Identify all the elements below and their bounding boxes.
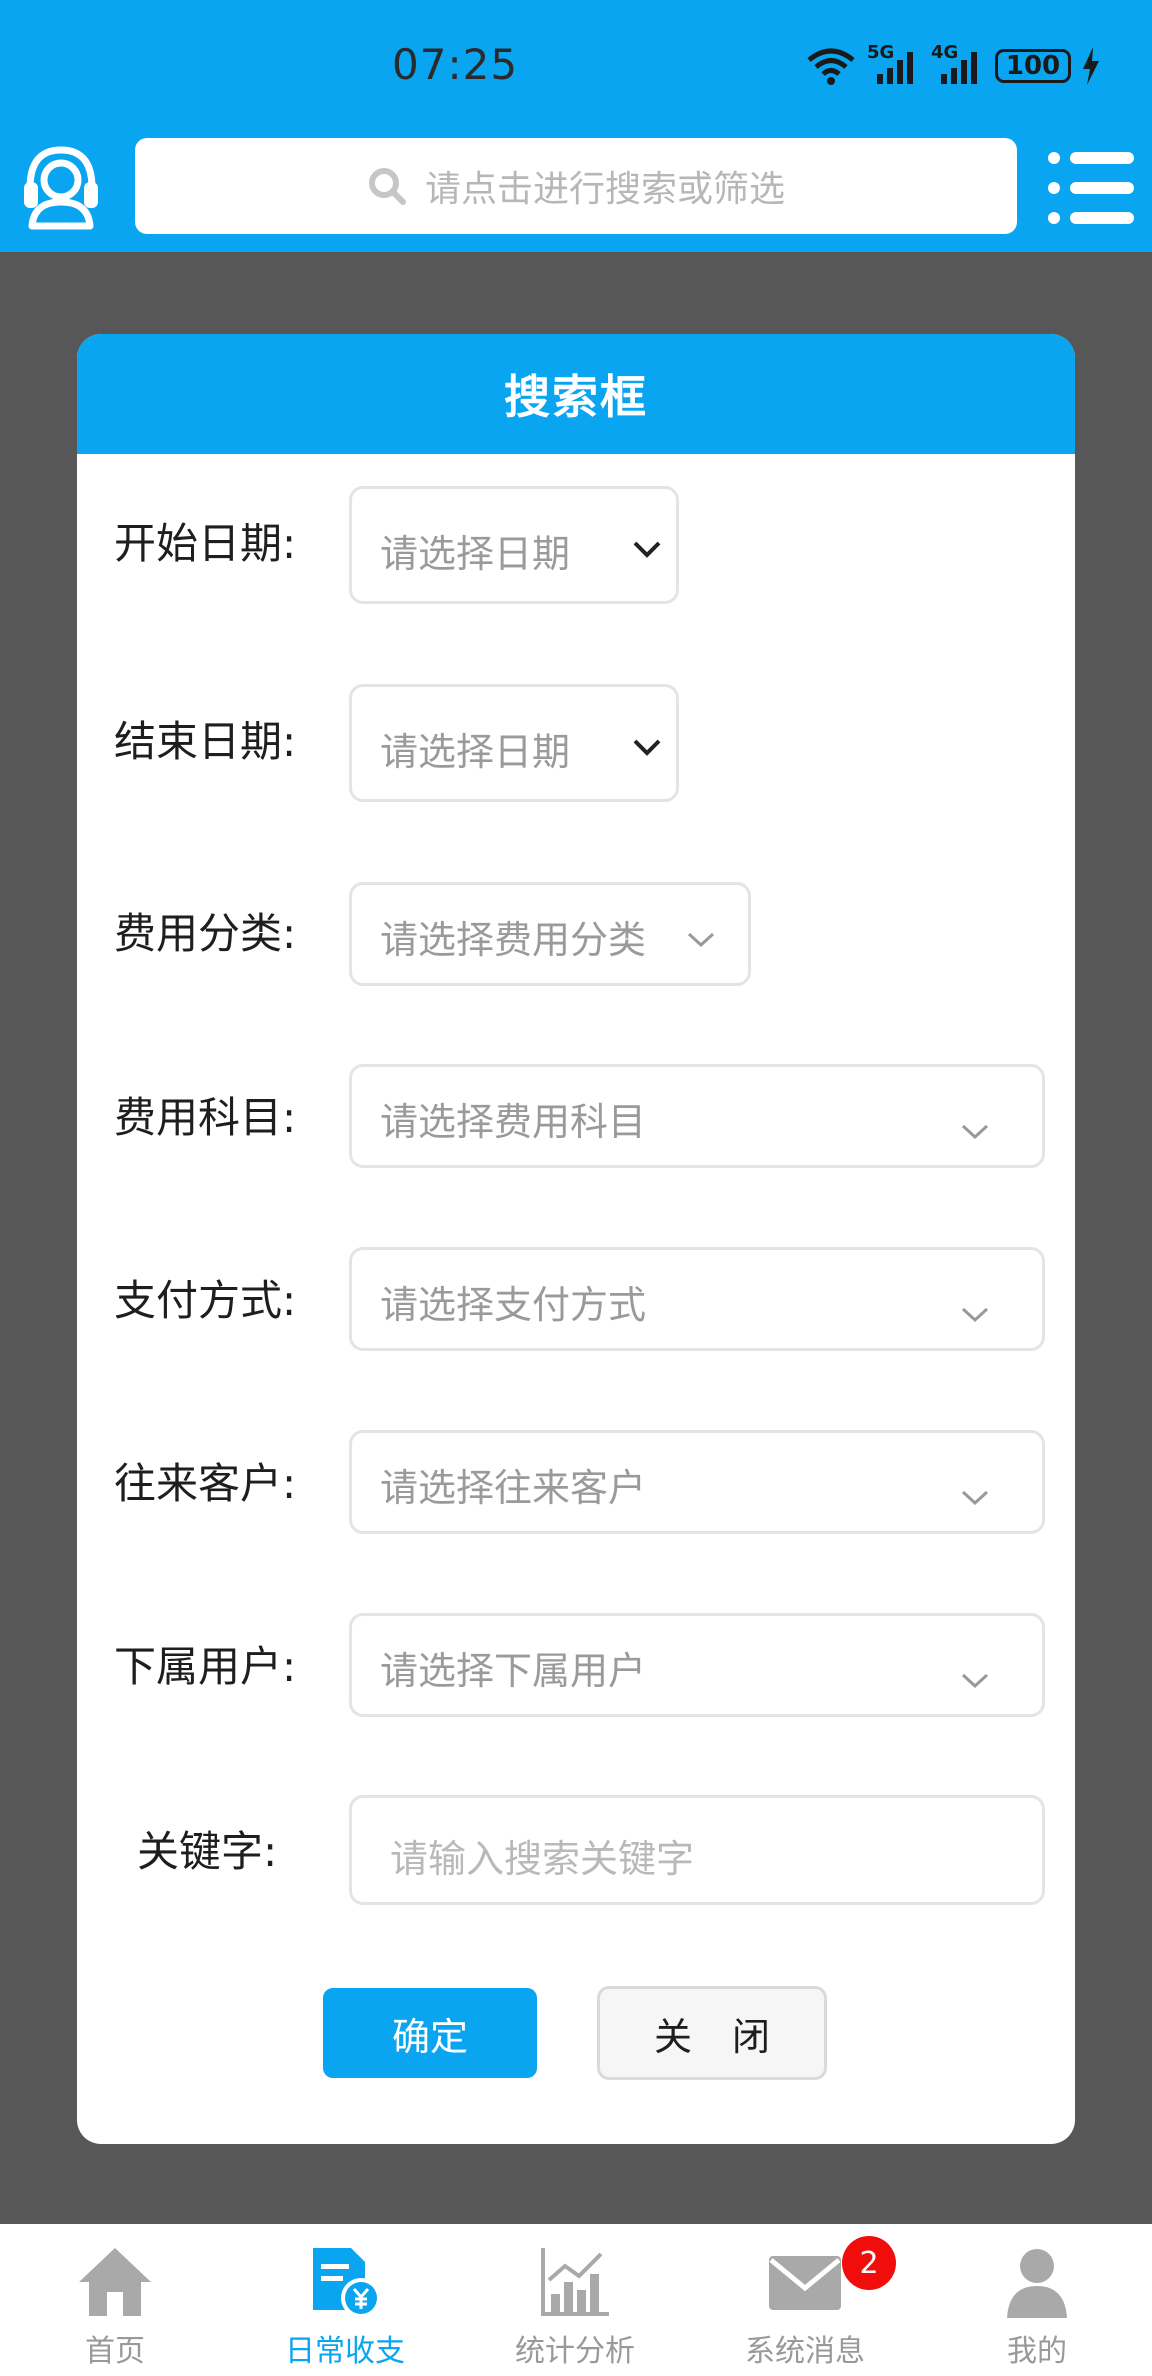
tab-label: 统计分析: [515, 2334, 635, 2369]
status-time: 07:25: [392, 40, 519, 89]
chevron-down-icon: [633, 739, 661, 756]
close-button[interactable]: 关 闭: [597, 1986, 827, 2080]
charging-icon: [1083, 47, 1099, 85]
tab-statistics[interactable]: 统计分析: [460, 2224, 690, 2376]
chevron-down-icon: [961, 1673, 989, 1689]
battery-indicator: 100: [995, 49, 1071, 83]
app-bar: 请点击进行搜索或筛选: [0, 130, 1152, 252]
start-date-label: 开始日期:: [114, 519, 297, 568]
home-icon: [79, 2248, 151, 2316]
expense-category-label: 费用分类:: [114, 909, 297, 958]
end-date-placeholder: 请选择日期: [380, 730, 571, 774]
payment-method-placeholder: 请选择支付方式: [380, 1283, 647, 1327]
tab-label: 系统消息: [745, 2334, 865, 2369]
tab-home[interactable]: 首页: [0, 2224, 230, 2376]
signal-4g-icon: 4G: [931, 42, 985, 86]
end-date-label: 结束日期:: [114, 717, 297, 766]
tab-label: 我的: [1007, 2334, 1067, 2369]
subordinate-user-placeholder: 请选择下属用户: [380, 1649, 647, 1693]
search-bar[interactable]: 请点击进行搜索或筛选: [135, 138, 1017, 234]
chevron-down-icon: [687, 932, 715, 948]
customer-label: 往来客户:: [114, 1459, 297, 1508]
chevron-down-icon: [961, 1124, 989, 1140]
expense-category-select[interactable]: 请选择费用分类: [349, 882, 751, 986]
tab-label: 首页: [85, 2334, 145, 2369]
wifi-icon: [807, 48, 855, 85]
search-icon: [368, 168, 406, 205]
subordinate-user-select[interactable]: 请选择下属用户: [349, 1613, 1045, 1717]
subordinate-user-label: 下属用户:: [114, 1642, 297, 1691]
keyword-input[interactable]: 请输入搜索关键字: [349, 1795, 1045, 1905]
unread-badge: 2: [842, 2236, 896, 2290]
dialog-title: 搜索框: [504, 370, 648, 424]
customer-service-icon: [24, 146, 98, 230]
expense-item-select[interactable]: 请选择费用科目: [349, 1064, 1045, 1168]
customer-service-button[interactable]: [20, 142, 102, 232]
mail-icon: [769, 2256, 841, 2310]
expense-item-placeholder: 请选择费用科目: [380, 1100, 647, 1144]
document-yen-icon: [313, 2248, 381, 2318]
expense-item-label: 费用科目:: [114, 1093, 297, 1142]
chevron-down-icon: [961, 1307, 989, 1323]
customer-select[interactable]: 请选择往来客户: [349, 1430, 1045, 1534]
start-date-select[interactable]: 请选择日期: [349, 486, 679, 604]
search-dialog: 搜索框 开始日期: 请选择日期 结束日期: 请选择日期 费用分类: 请选择费用分…: [77, 334, 1075, 2144]
status-icons: 5G 4G 100: [805, 42, 1101, 88]
payment-method-select[interactable]: 请选择支付方式: [349, 1247, 1045, 1351]
chart-icon: [541, 2248, 609, 2316]
menu-button[interactable]: [1046, 148, 1138, 228]
customer-placeholder: 请选择往来客户: [380, 1466, 647, 1510]
start-date-placeholder: 请选择日期: [380, 532, 571, 576]
end-date-select[interactable]: 请选择日期: [349, 684, 679, 802]
bottom-tab-bar: 首页 日常收支 统计分析 2 系统消息 我的: [0, 2224, 1152, 2376]
tab-messages[interactable]: 2 系统消息: [690, 2224, 920, 2376]
chevron-down-icon: [633, 541, 661, 558]
dialog-header: 搜索框: [77, 334, 1075, 454]
tab-profile[interactable]: 我的: [922, 2224, 1152, 2376]
tab-daily-income-expense[interactable]: 日常收支: [230, 2224, 460, 2376]
signal-5g-icon: 5G: [867, 42, 921, 86]
confirm-button[interactable]: 确定: [323, 1988, 537, 2078]
list-menu-icon: [1048, 152, 1134, 224]
status-bar: 07:25 5G 4G 100: [0, 0, 1152, 130]
user-icon: [1007, 2249, 1067, 2318]
keyword-label: 关键字:: [137, 1827, 278, 1876]
search-placeholder: 请点击进行搜索或筛选: [424, 169, 785, 210]
expense-category-placeholder: 请选择费用分类: [380, 918, 647, 962]
payment-method-label: 支付方式:: [114, 1276, 297, 1325]
tab-label: 日常收支: [285, 2334, 405, 2369]
chevron-down-icon: [961, 1490, 989, 1506]
keyword-placeholder: 请输入搜索关键字: [390, 1837, 695, 1881]
